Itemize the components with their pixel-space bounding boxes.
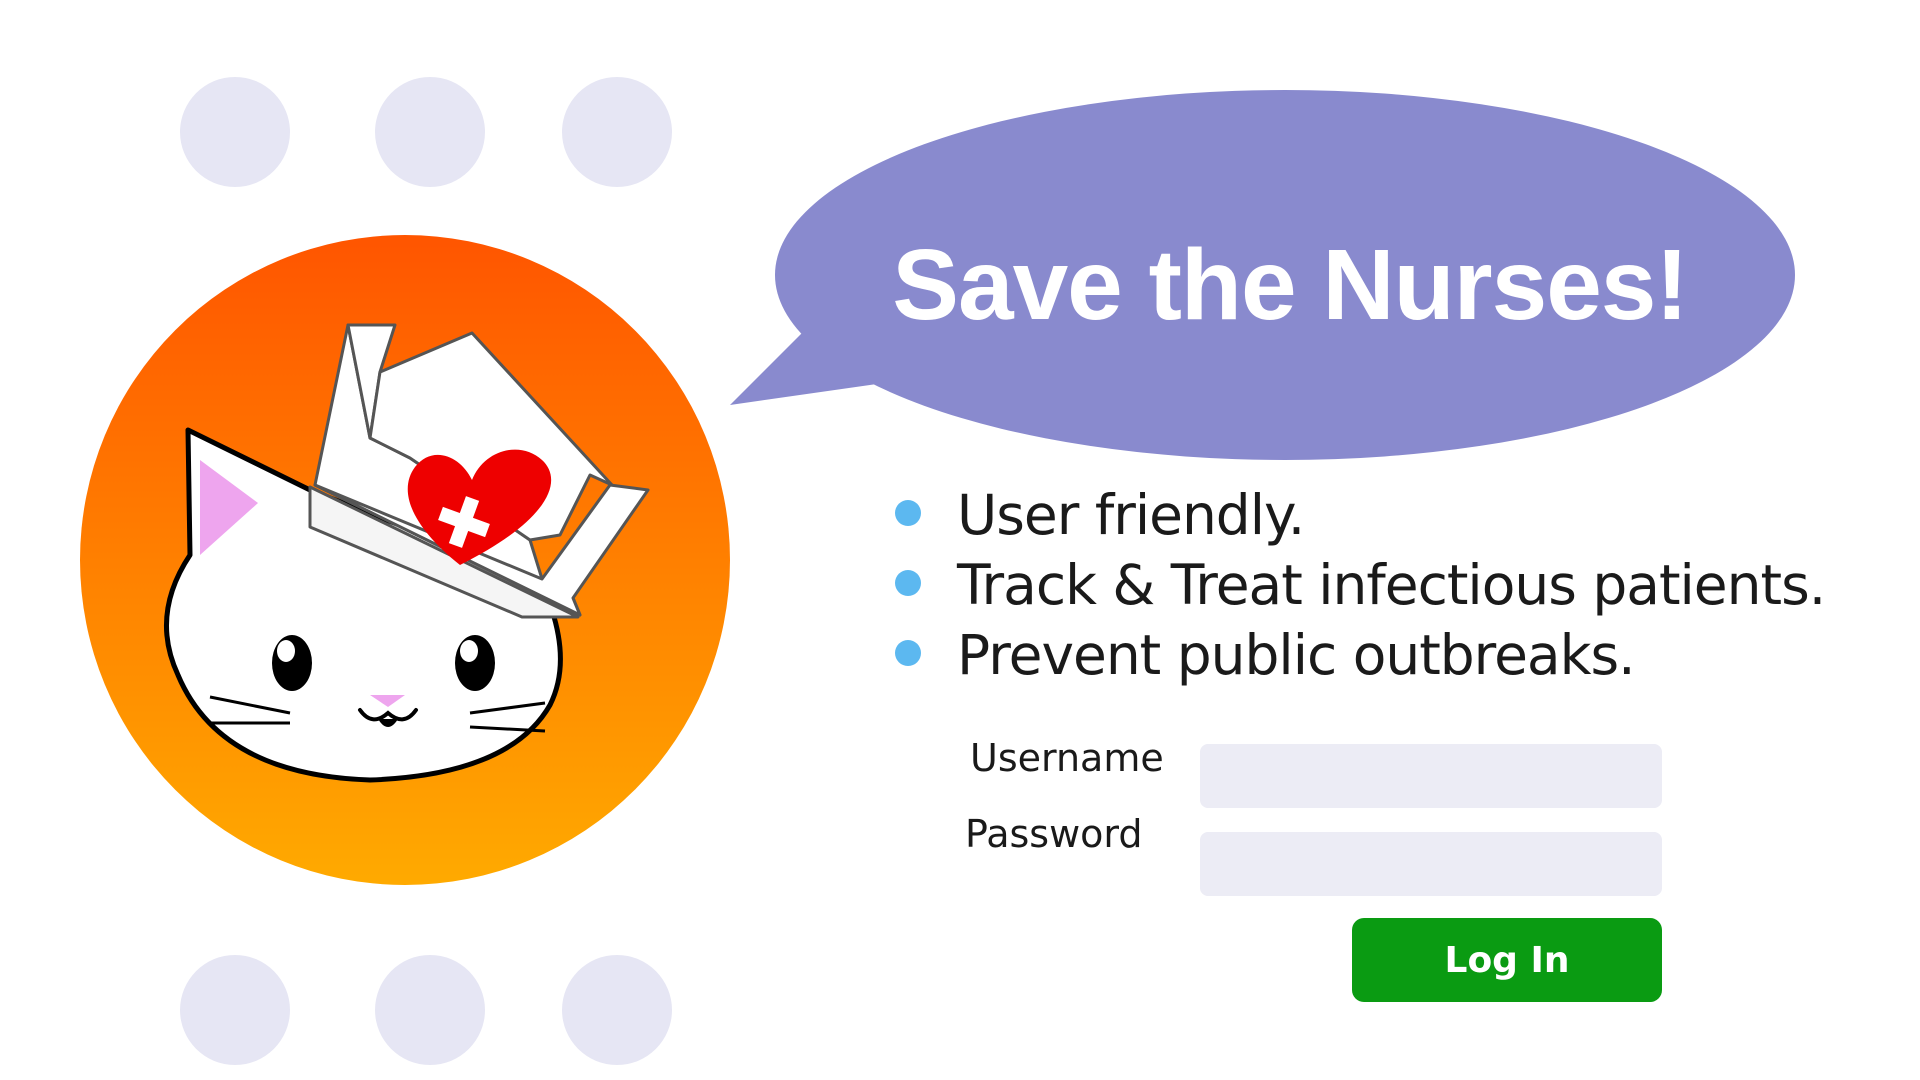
feature-text: User friendly. [957, 483, 1305, 547]
bullet-dot-icon [895, 570, 921, 596]
decorative-dot [180, 77, 290, 187]
list-item: User friendly. [895, 480, 1825, 550]
decorative-dot [375, 77, 485, 187]
password-input[interactable] [1200, 832, 1662, 896]
feature-list: User friendly. Track & Treat infectious … [895, 480, 1826, 690]
username-input[interactable] [1200, 744, 1662, 808]
decorative-dot [375, 955, 485, 1065]
username-label: Username [970, 736, 1164, 780]
list-item: Prevent public outbreaks. [895, 620, 1825, 690]
bullet-dot-icon [895, 500, 921, 526]
decorative-dot [562, 77, 672, 187]
bullet-dot-icon [895, 640, 921, 666]
page-title: Save the Nurses! [892, 229, 1688, 341]
login-button[interactable]: Log In [1352, 918, 1662, 1002]
decorative-dot [562, 955, 672, 1065]
list-item: Track & Treat infectious patients. [895, 550, 1826, 620]
feature-text: Prevent public outbreaks. [957, 623, 1636, 687]
password-label: Password [965, 812, 1143, 856]
nurse-cat-logo-icon [80, 235, 730, 885]
decorative-dot [180, 955, 290, 1065]
feature-text: Track & Treat infectious patients. [957, 553, 1826, 617]
